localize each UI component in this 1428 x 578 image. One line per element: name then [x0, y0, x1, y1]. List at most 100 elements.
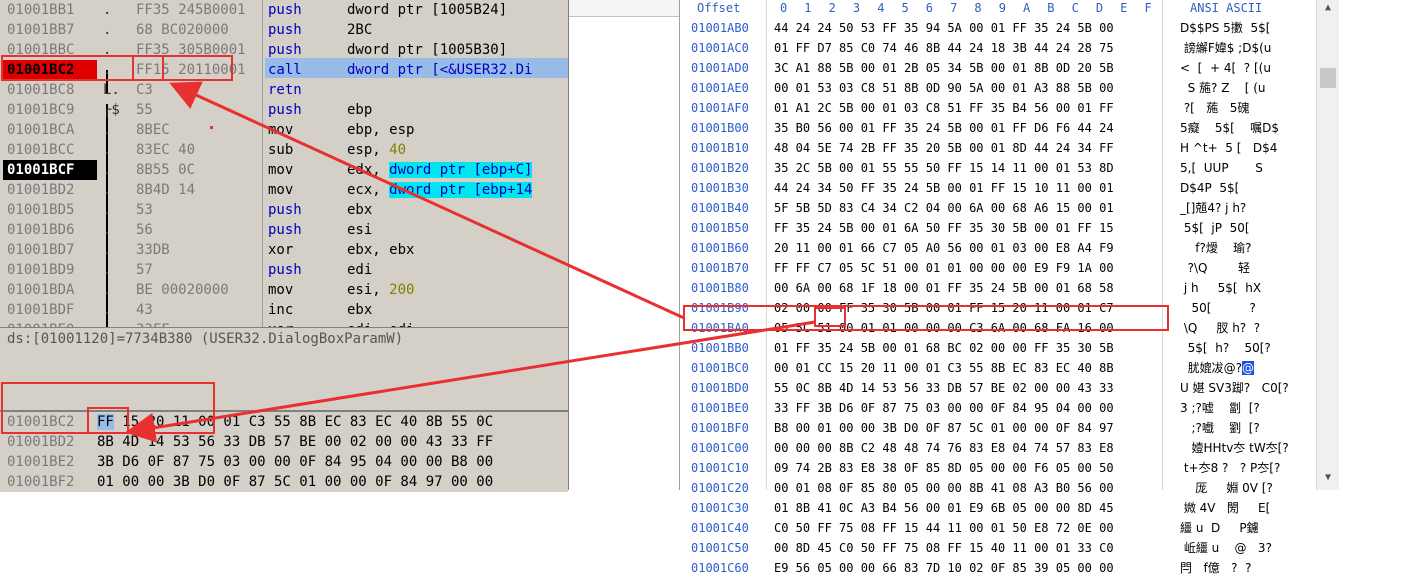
row-bytes[interactable]: 09 74 2B 83 E8 38 0F 85 8D 05 00 00 F6 0… — [774, 458, 1114, 478]
disassembly-pane[interactable]: 01001BB1. FF35 245B0001 push dword ptr [100… — [0, 0, 568, 327]
row-bytes[interactable]: 35 2C 5B 00 01 55 55 50 FF 15 14 11 00 0… — [774, 158, 1114, 178]
disasm-row[interactable]: 01001BC9 ┌$ 55 push ebp — [0, 100, 568, 120]
instruction-address[interactable]: 01001BDF — [7, 300, 95, 320]
row-bytes[interactable]: 00 00 00 8B C2 48 48 74 76 83 E8 04 74 5… — [774, 438, 1114, 458]
instruction-address[interactable]: 01001BBC — [7, 40, 95, 60]
row-bytes[interactable]: 01 A1 2C 5B 00 01 03 C8 51 FF 35 B4 56 0… — [774, 98, 1114, 118]
scroll-down-icon[interactable]: ▼ — [1320, 472, 1336, 488]
instruction-address[interactable]: 01001BB1 — [7, 0, 95, 20]
instruction-address[interactable]: 01001BC2 — [3, 60, 97, 80]
row-bytes[interactable]: FF 35 24 5B 00 01 6A 50 FF 35 30 5B 00 0… — [774, 218, 1114, 238]
row-bytes[interactable]: E9 56 05 00 00 66 83 7D 10 02 0F 85 39 0… — [774, 558, 1114, 578]
hex-row[interactable]: 01001B50 FF 35 24 5B 00 01 6A 50 FF 35 30… — [680, 218, 1316, 238]
instruction-address[interactable]: 01001BC9 — [7, 100, 95, 120]
disasm-row[interactable]: 01001BD7. 33DB xor ebx, ebx — [0, 240, 568, 260]
disasm-row[interactable]: 01001BCF. 8B55 0C mov edx, dword ptr [ebp+C… — [0, 160, 568, 180]
row-bytes[interactable]: 02 00 00 FF 35 30 5B 00 01 FF 15 20 11 0… — [774, 298, 1114, 318]
instruction-address[interactable]: 01001BE0 — [7, 320, 95, 327]
disasm-row[interactable]: 01001BD5. 53 push ebx — [0, 200, 568, 220]
row-bytes[interactable]: 44 24 24 50 53 FF 35 94 5A 00 01 FF 35 2… — [774, 18, 1114, 38]
row-bytes[interactable]: FF FF C7 05 5C 51 00 01 01 00 00 00 E9 F… — [774, 258, 1114, 278]
instruction-address[interactable]: 01001BCF — [3, 160, 97, 180]
hex-row[interactable]: 01001BC0 00 01 CC 15 20 11 00 01 C3 55 8B… — [680, 358, 1316, 378]
row-bytes[interactable]: 00 01 CC 15 20 11 00 01 C3 55 8B EC 83 E… — [774, 358, 1114, 378]
disasm-row[interactable]: 01001BD6. 56 push esi — [0, 220, 568, 240]
disasm-row[interactable]: 01001BB1. FF35 245B0001 push dword ptr [100… — [0, 0, 568, 20]
scroll-thumb[interactable] — [1320, 68, 1336, 88]
row-bytes[interactable]: 20 11 00 01 66 C7 05 A0 56 00 01 03 00 E… — [774, 238, 1114, 258]
row-bytes[interactable]: 48 04 5E 74 2B FF 35 20 5B 00 01 8D 44 2… — [774, 138, 1114, 158]
scroll-up-icon[interactable]: ▲ — [1320, 2, 1336, 18]
hex-row[interactable]: 01001B60 20 11 00 01 66 C7 05 A0 56 00 01… — [680, 238, 1316, 258]
hex-row[interactable]: 01001BF0 B8 00 01 00 00 3B D0 0F 87 5C 01… — [680, 418, 1316, 438]
disasm-row[interactable]: 01001BD9. 57 push edi — [0, 260, 568, 280]
hex-row[interactable]: 01001C20 00 01 08 0F 85 80 05 00 00 8B 41… — [680, 478, 1316, 498]
row-bytes[interactable]: 01 FF 35 24 5B 00 01 68 BC 02 00 00 FF 3… — [774, 338, 1114, 358]
instruction-address[interactable]: 01001BD2 — [7, 180, 95, 200]
disasm-row[interactable]: 01001BCA. 8BEC mov ebp, esp — [0, 120, 568, 140]
row-bytes[interactable]: B8 00 01 00 00 3B D0 0F 87 5C 01 00 00 0… — [774, 418, 1114, 438]
hex-editor[interactable]: Offset 0 1 2 3 4 5 6 7 8 9 A B C D E F ANSI ASCII 01001… — [680, 0, 1428, 575]
row-bytes[interactable]: 00 01 53 03 C8 51 8B 0D 90 5A 00 01 A3 8… — [774, 78, 1114, 98]
row-bytes[interactable]: 00 6A 00 68 1F 18 00 01 FF 35 24 5B 00 0… — [774, 278, 1114, 298]
instruction-address[interactable]: 01001BD7 — [7, 240, 95, 260]
row-bytes[interactable]: 55 0C 8B 4D 14 53 56 33 DB 57 BE 02 00 0… — [774, 378, 1114, 398]
hex-row[interactable]: 01001BE0 33 FF 3B D6 0F 87 75 03 00 00 0F… — [680, 398, 1316, 418]
row-bytes[interactable]: 05 5C 51 00 01 01 00 00 00 C3 6A 00 68 F… — [774, 318, 1114, 338]
hex-row[interactable]: 01001B40 5F 5B 5D 83 C4 34 C2 04 00 6A 00… — [680, 198, 1316, 218]
disasm-row[interactable]: 01001BBC. FF35 305B0001 push dword ptr [100… — [0, 40, 568, 60]
disasm-row[interactable]: 01001BDF. 43 inc ebx — [0, 300, 568, 320]
hex-row[interactable]: 01001AF0 01 A1 2C 5B 00 01 03 C8 51 FF 35… — [680, 98, 1316, 118]
ascii-selected-char[interactable]: @ — [1242, 361, 1254, 375]
hex-row[interactable]: 01001B90 02 00 00 FF 35 30 5B 00 01 FF 15… — [680, 298, 1316, 318]
hex-row[interactable]: 01001B20 35 2C 5B 00 01 55 55 50 FF 15 14… — [680, 158, 1316, 178]
hex-row[interactable]: 01001AE0 00 01 53 03 C8 51 8B 0D 90 5A 00… — [680, 78, 1316, 98]
disasm-row[interactable]: 01001BB7. 68 BC020000 push 2BC — [0, 20, 568, 40]
hex-row[interactable]: 01001C40 C0 50 FF 75 08 FF 15 44 11 00 01… — [680, 518, 1316, 538]
selected-byte[interactable]: FF — [97, 414, 114, 430]
instruction-address[interactable]: 01001BB7 — [7, 20, 95, 40]
row-bytes[interactable]: 5F 5B 5D 83 C4 34 C2 04 00 6A 00 68 A6 1… — [774, 198, 1114, 218]
hex-row[interactable]: 01001B70 FF FF C7 05 5C 51 00 01 01 00 00… — [680, 258, 1316, 278]
row-bytes[interactable]: 35 B0 56 00 01 FF 35 24 5B 00 01 FF D6 F… — [774, 118, 1114, 138]
hex-row[interactable]: 01001C60 E9 56 05 00 00 66 83 7D 10 02 0F… — [680, 558, 1316, 578]
disasm-row[interactable]: 01001BCC. 83EC 40 sub esp, 40 — [0, 140, 568, 160]
instruction-address[interactable]: 01001BD6 — [7, 220, 95, 240]
row-bytes[interactable]: 00 01 08 0F 85 80 05 00 00 8B 41 08 A3 B… — [774, 478, 1114, 498]
dump-pane[interactable]: 01001BC2 FF 15 20 11 00 01 C3 55 8B EC 83… — [0, 410, 568, 492]
row-bytes[interactable]: 44 24 34 50 FF 35 24 5B 00 01 FF 15 10 1… — [774, 178, 1114, 198]
hex-row[interactable]: 01001BB0 01 FF 35 24 5B 00 01 68 BC 02 00… — [680, 338, 1316, 358]
hex-row[interactable]: 01001AC0 01 FF D7 85 C0 74 46 8B 44 24 18… — [680, 38, 1316, 58]
hex-row[interactable]: 01001B10 48 04 5E 74 2B FF 35 20 5B 00 01… — [680, 138, 1316, 158]
disasm-row[interactable]: 01001BE0. 33FF xor edi, edi — [0, 320, 568, 327]
row-bytes[interactable]: 01 FF D7 85 C0 74 46 8B 44 24 18 3B 44 2… — [774, 38, 1114, 58]
row-bytes[interactable]: 00 8D 45 C0 50 FF 75 08 FF 15 40 11 00 0… — [774, 538, 1114, 558]
hex-row[interactable]: 01001AB0 44 24 24 50 53 FF 35 94 5A 00 01… — [680, 18, 1316, 38]
row-bytes[interactable]: 33 FF 3B D6 0F 87 75 03 00 00 0F 84 95 0… — [774, 398, 1114, 418]
instruction-address[interactable]: 01001BD9 — [7, 260, 95, 280]
hex-row[interactable]: 01001AD0 3C A1 88 5B 00 01 2B 05 34 5B 00… — [680, 58, 1316, 78]
instruction-address[interactable]: 01001BC8 — [7, 80, 95, 100]
hex-row[interactable]: 01001C50 00 8D 45 C0 50 FF 75 08 FF 15 40… — [680, 538, 1316, 558]
disasm-row[interactable]: 01001BD2. 8B4D 14 mov ecx, dword ptr [ebp+1… — [0, 180, 568, 200]
instruction-address[interactable]: 01001BDA — [7, 280, 95, 300]
hex-row[interactable]: 01001C10 09 74 2B 83 E8 38 0F 85 8D 05 00… — [680, 458, 1316, 478]
hex-row[interactable]: 01001B30 44 24 34 50 FF 35 24 5B 00 01 FF… — [680, 178, 1316, 198]
disasm-row[interactable]: 01001BC8 L. C3 retn — [0, 80, 568, 100]
hex-row[interactable]: 01001C00 00 00 00 8B C2 48 48 74 76 83 E8… — [680, 438, 1316, 458]
instruction-address[interactable]: 01001BCA — [7, 120, 95, 140]
instruction-address[interactable]: 01001BD5 — [7, 200, 95, 220]
dump-row[interactable]: 01001BC2 FF 15 20 11 00 01 C3 55 8B EC 83… — [0, 412, 568, 432]
row-bytes[interactable]: 01 8B 41 0C A3 B4 56 00 01 E9 6B 05 00 0… — [774, 498, 1114, 518]
hex-row[interactable]: 01001C30 01 8B 41 0C A3 B4 56 00 01 E9 6B… — [680, 498, 1316, 518]
disasm-row[interactable]: 01001BC2. FF15 20110001 call dword ptr [<&U… — [0, 60, 568, 80]
vertical-scrollbar[interactable]: ▲ ▼ — [1316, 0, 1339, 490]
dump-row[interactable]: 01001BF2 01 00 00 3B D0 0F 87 5C 01 00 00… — [0, 472, 568, 492]
hex-row[interactable]: 01001BA0 05 5C 51 00 01 01 00 00 00 C3 6A… — [680, 318, 1316, 338]
row-bytes[interactable]: C0 50 FF 75 08 FF 15 44 11 00 01 50 E8 7… — [774, 518, 1114, 538]
dump-row[interactable]: 01001BE2 3B D6 0F 87 75 03 00 00 0F 84 95… — [0, 452, 568, 472]
disasm-row[interactable]: 01001BDA. BE 00020000 mov esi, 200 — [0, 280, 568, 300]
dump-row[interactable]: 01001BD2 8B 4D 14 53 56 33 DB 57 BE 00 02… — [0, 432, 568, 452]
row-bytes[interactable]: 3C A1 88 5B 00 01 2B 05 34 5B 00 01 8B 0… — [774, 58, 1114, 78]
hex-row[interactable]: 01001B80 00 6A 00 68 1F 18 00 01 FF 35 24… — [680, 278, 1316, 298]
